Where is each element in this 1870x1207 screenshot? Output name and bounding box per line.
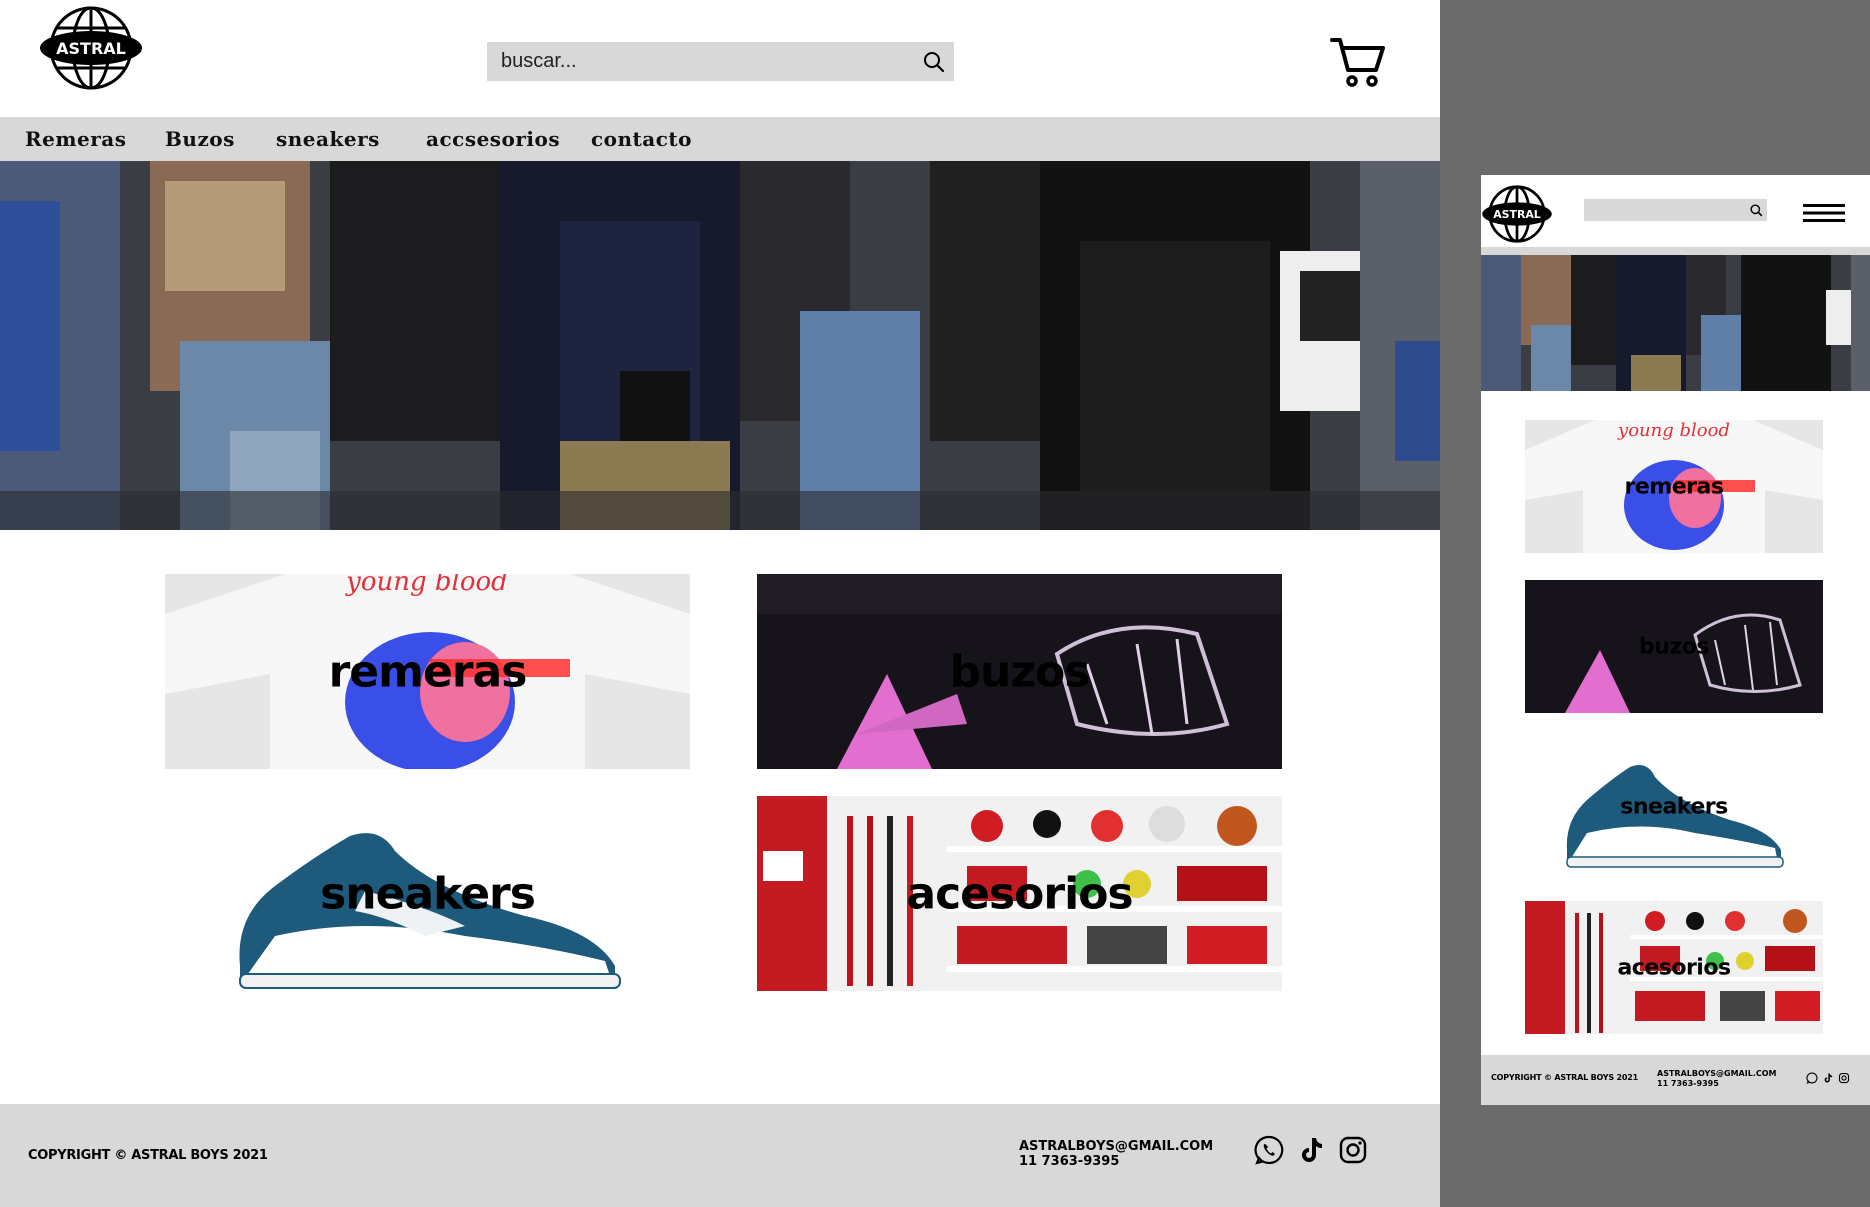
mobile-search-input[interactable]: [1584, 199, 1745, 221]
svg-text:ASTRAL: ASTRAL: [1493, 208, 1541, 221]
mobile-search-button[interactable]: [1745, 199, 1767, 221]
category-label-sneakers: sneakers: [320, 868, 536, 919]
main-nav: Remeras Buzos sneakers accsesorios conta…: [0, 117, 1440, 161]
search-bar: [487, 42, 954, 81]
contact-info: ASTRALBOYS@GMAIL.COM 11 7363-9395: [1019, 1139, 1213, 1169]
nav-item-contacto[interactable]: contacto: [591, 127, 692, 151]
mobile-social-links: [1806, 1072, 1850, 1084]
search-button[interactable]: [914, 42, 954, 81]
mobile-contact-info: ASTRALBOYS@GMAIL.COM 11 7363-9395: [1657, 1069, 1777, 1089]
category-buzos[interactable]: buzos: [757, 574, 1282, 769]
hero-image: [0, 161, 1440, 530]
astral-logo[interactable]: ASTRAL: [40, 4, 142, 92]
mobile-header: ASTRAL: [1481, 175, 1870, 247]
mobile-category-label-sneakers: sneakers: [1620, 794, 1728, 819]
nav-item-remeras[interactable]: Remeras: [25, 127, 127, 151]
mobile-search-bar: [1584, 199, 1767, 221]
hamburger-icon[interactable]: [1803, 203, 1845, 223]
tiktok-icon[interactable]: [1295, 1134, 1327, 1166]
mobile-category-buzos[interactable]: buzos: [1525, 580, 1823, 713]
category-label-remeras: remeras: [328, 646, 528, 697]
instagram-icon[interactable]: [1337, 1134, 1369, 1166]
mobile-footer: COPYRIGHT © ASTRAL BOYS 2021 ASTRALBOYS@…: [1481, 1055, 1870, 1105]
nav-item-sneakers[interactable]: sneakers: [276, 127, 380, 151]
mobile-category-label-remeras: remeras: [1624, 474, 1724, 499]
search-icon: [1749, 203, 1762, 216]
footer: COPYRIGHT © ASTRAL BOYS 2021 ASTRALBOYS@…: [0, 1104, 1440, 1207]
contact-email[interactable]: ASTRALBOYS@GMAIL.COM: [1019, 1139, 1213, 1154]
header: ASTRAL: [0, 0, 1440, 117]
category-label-acesorios: acesorios: [906, 868, 1133, 919]
nav-item-accesorios[interactable]: accsesorios: [426, 127, 560, 151]
mobile-copyright-text: COPYRIGHT © ASTRAL BOYS 2021: [1491, 1073, 1639, 1082]
whatsapp-icon[interactable]: [1253, 1134, 1285, 1166]
astral-logo[interactable]: ASTRAL: [1482, 184, 1552, 244]
mobile-category-sneakers[interactable]: sneakers: [1525, 740, 1823, 873]
cart-icon[interactable]: [1330, 36, 1386, 88]
category-label-buzos: buzos: [949, 646, 1091, 697]
tiktok-icon[interactable]: [1822, 1072, 1834, 1084]
mobile-nav-bar: [1481, 247, 1870, 255]
svg-text:young blood: young blood: [1617, 420, 1730, 441]
whatsapp-icon[interactable]: [1806, 1072, 1818, 1084]
search-input[interactable]: [487, 42, 914, 81]
mobile-hero-image: [1481, 255, 1870, 391]
mobile-category-label-acesorios: acesorios: [1617, 955, 1731, 980]
svg-text:young blood: young blood: [345, 574, 508, 597]
copyright-text: COPYRIGHT © ASTRAL BOYS 2021: [28, 1148, 268, 1163]
mobile-contact-phone: 11 7363-9395: [1657, 1079, 1719, 1088]
instagram-icon[interactable]: [1838, 1072, 1850, 1084]
contact-phone: 11 7363-9395: [1019, 1154, 1120, 1169]
mobile-category-remeras[interactable]: young blood remeras: [1525, 420, 1823, 553]
nav-item-buzos[interactable]: Buzos: [165, 127, 235, 151]
mobile-category-acesorios[interactable]: acesorios: [1525, 901, 1823, 1034]
category-acesorios[interactable]: acesorios: [757, 796, 1282, 991]
category-remeras[interactable]: young blood remeras: [165, 574, 690, 769]
search-icon: [924, 51, 945, 72]
social-links: [1253, 1134, 1369, 1166]
svg-text:ASTRAL: ASTRAL: [56, 39, 126, 58]
category-sneakers[interactable]: sneakers: [165, 796, 690, 991]
mobile-category-label-buzos: buzos: [1639, 634, 1709, 659]
desktop-page: ASTRAL Remeras Buzos sneakers accsesorio…: [0, 0, 1440, 1207]
mobile-page: ASTRAL young blood remeras buzos sneaker…: [1481, 175, 1870, 1105]
mobile-contact-email[interactable]: ASTRALBOYS@GMAIL.COM: [1657, 1069, 1777, 1079]
